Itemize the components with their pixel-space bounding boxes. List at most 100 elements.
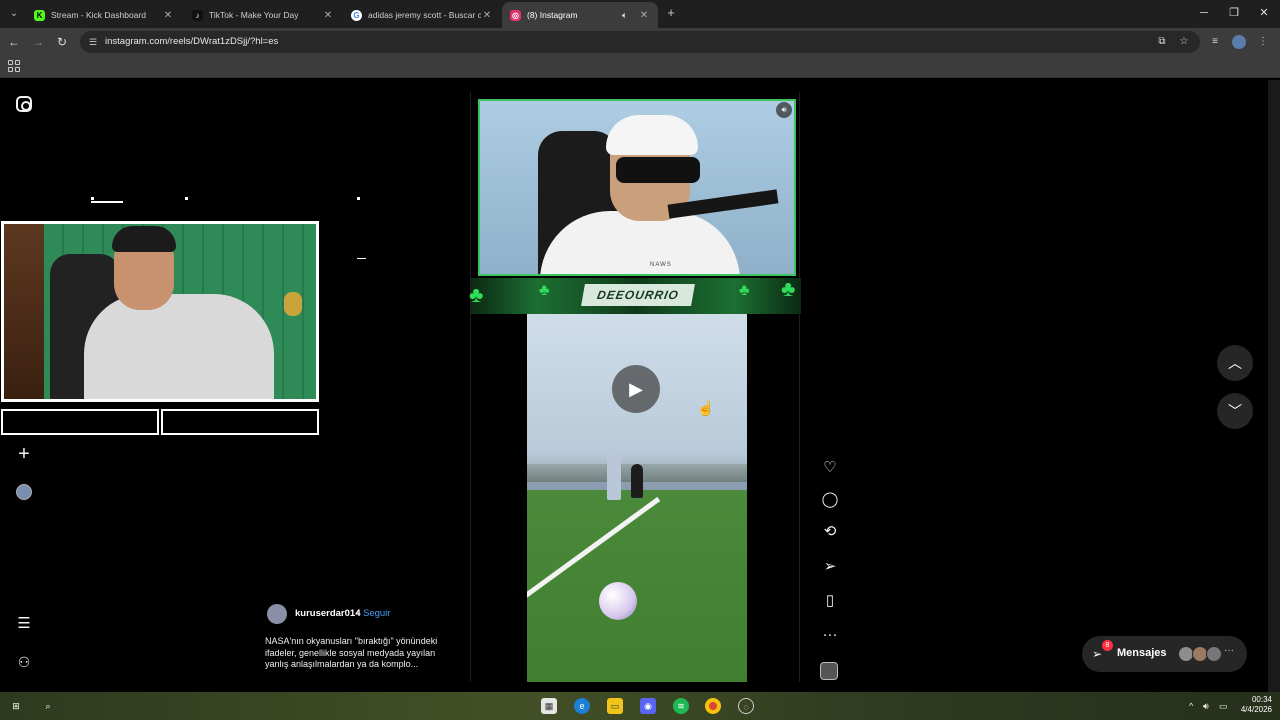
overlay-glitch-line — [91, 201, 123, 203]
address-bar[interactable]: ☰ instagram.com/reels/DWrat1zDSjj/?hl=es… — [80, 31, 1200, 53]
instagram-favicon-icon: ◎ — [510, 9, 521, 21]
restore-icon[interactable]: ❐ — [1224, 6, 1244, 20]
webcam-door — [4, 224, 44, 399]
hamburger-menu-icon[interactable]: ☰ — [14, 614, 34, 634]
clover-icon: ♣ — [539, 282, 550, 299]
start-icon[interactable]: ⊞ — [8, 698, 24, 714]
webcam-frame — [1, 221, 319, 402]
site-info-icon[interactable]: ☰ — [86, 35, 100, 49]
close-tab-icon[interactable]: ✕ — [481, 10, 493, 21]
tab-title: adidas jeremy scott - Buscar co — [368, 10, 481, 20]
kick-favicon-icon: K — [34, 9, 45, 21]
install-app-icon[interactable]: ⧉ — [1155, 35, 1169, 49]
clover-icon: ♣ — [739, 282, 750, 299]
google-favicon-icon: G — [351, 9, 362, 21]
url-text[interactable]: instagram.com/reels/DWrat1zDSjj/?hl=es — [105, 35, 278, 49]
profile-avatar-icon[interactable] — [1232, 35, 1246, 49]
author-avatar[interactable] — [267, 604, 287, 624]
send-icon[interactable]: ➢ — [820, 557, 840, 577]
webcam-person-body — [84, 294, 274, 399]
webcam-person-hair — [112, 226, 176, 252]
webcam-label-bar-right — [161, 409, 319, 435]
spotify-icon[interactable]: ≋ — [673, 698, 689, 714]
close-tab-icon[interactable]: ✕ — [638, 10, 650, 21]
clock-time: 00:34 — [1251, 695, 1272, 704]
tab-search-chevron-icon[interactable]: ⌄ — [6, 6, 22, 22]
volume-tray-icon[interactable]: 🔊︎ — [1203, 701, 1209, 712]
page-scrollbar[interactable] — [1268, 80, 1280, 692]
tiktok-favicon-icon: ♪ — [192, 9, 203, 21]
streamer-camera: NAWS — [478, 99, 796, 276]
shirt-text: NAWS — [650, 262, 672, 268]
edge-icon[interactable]: e — [574, 698, 590, 714]
more-dots-icon: ··· — [1224, 645, 1234, 656]
bookmarks-bar — [0, 56, 1280, 78]
comment-icon[interactable]: ◯ — [820, 490, 840, 510]
network-tray-icon[interactable]: ▭ — [1219, 701, 1228, 712]
volume-icon[interactable]: 🔊︎ — [776, 102, 792, 118]
apps-grid-icon[interactable] — [8, 60, 20, 72]
ellipsis-icon[interactable]: ··· — [820, 625, 840, 645]
browser-toolbar: ← → ↻ ☰ instagram.com/reels/DWrat1zDSjj/… — [0, 28, 1280, 56]
audio-thumbnail[interactable] — [820, 662, 838, 680]
clock[interactable]: 00:34 4/4/2026 — [1240, 695, 1272, 715]
stream-banner-logo: DEEOURRIO — [581, 284, 695, 306]
chat-avatar — [1206, 646, 1222, 662]
close-window-icon[interactable]: ✕ — [1254, 6, 1274, 20]
close-tab-icon[interactable]: ✕ — [322, 10, 334, 21]
next-reel-chevron-down-icon[interactable]: ﹀ — [1217, 393, 1253, 429]
back-arrow-icon[interactable]: ← — [6, 34, 22, 50]
repost-icon[interactable]: ⟲ — [820, 522, 840, 542]
overlay-glitch-dot — [91, 197, 94, 200]
tab-google-search[interactable]: G adidas jeremy scott - Buscar co ✕ — [343, 2, 501, 28]
tab-instagram[interactable]: ◎ (8) Instagram 🔈︎ ✕ — [502, 2, 658, 28]
file-explorer-icon[interactable]: ▭ — [607, 698, 623, 714]
instagram-icon[interactable] — [14, 94, 34, 114]
player-figure — [631, 464, 643, 498]
profile-avatar[interactable] — [14, 482, 34, 502]
reload-icon[interactable]: ↻ — [54, 34, 70, 50]
close-tab-icon[interactable]: ✕ — [162, 10, 174, 21]
clover-icon: ♣ — [469, 282, 484, 307]
meta-apps-icon[interactable]: ⚇ — [14, 652, 34, 672]
tab-kick-dashboard[interactable]: K Stream - Kick Dashboard ✕ — [26, 2, 182, 28]
play-icon[interactable]: ▶ — [612, 365, 660, 413]
author-username[interactable]: kuruserdar014 — [295, 608, 360, 619]
unread-badge: 8 — [1102, 640, 1113, 651]
speaker-icon[interactable]: 🔈︎ — [622, 10, 634, 21]
chrome-icon[interactable] — [705, 698, 721, 714]
overlay-glitch-line — [357, 258, 366, 259]
messages-button[interactable]: ➢ 8 Mensajes ··· — [1082, 636, 1247, 672]
windows-taskbar: ⊞ ⌕ ▦ e ▭ ◉ ≋ ◌ ^ 🔊︎ ▭ 00:34 4/4/2026 — [0, 692, 1280, 720]
webcam-wall-emblem — [284, 292, 302, 316]
widgets-icon[interactable]: ▦ — [541, 698, 557, 714]
bookmark-star-icon[interactable]: ☆ — [1177, 35, 1191, 49]
follow-button[interactable]: Seguir — [363, 608, 390, 619]
search-icon[interactable]: ⌕ — [40, 698, 56, 714]
reel-player[interactable]: NAWS 🔊︎ ♣ ♣ DEEOURRIO ♣ ♣ ▶ ☝ — [469, 92, 801, 682]
forward-arrow-icon[interactable]: → — [30, 34, 46, 50]
new-tab-icon[interactable]: + — [664, 6, 678, 20]
webcam-label-bar-left — [1, 409, 159, 435]
clover-icon: ♣ — [781, 276, 796, 301]
clock-date: 4/4/2026 — [1240, 705, 1272, 714]
caption-text[interactable]: NASA'nın okyanusları "bıraktığı" yönünde… — [265, 636, 455, 671]
heart-icon[interactable]: ♡ — [820, 458, 840, 478]
chrome-menu-icon[interactable]: ⋮ — [1256, 35, 1270, 49]
tab-title: TikTok - Make Your Day — [209, 10, 299, 20]
football-ball — [599, 582, 637, 620]
hand-cursor-icon: ☝ — [697, 400, 715, 416]
bookmark-icon[interactable]: ▯ — [820, 591, 840, 611]
obs-icon[interactable]: ◌ — [738, 698, 754, 714]
streamer-cap — [606, 115, 698, 155]
minimize-icon[interactable]: ─ — [1194, 6, 1214, 20]
player-figure — [607, 450, 621, 500]
browser-tab-bar: ⌄ K Stream - Kick Dashboard ✕ ♪ TikTok -… — [0, 0, 1280, 28]
discord-icon[interactable]: ◉ — [640, 698, 656, 714]
tray-chevron-up-icon[interactable]: ^ — [1189, 701, 1193, 711]
media-controls-icon[interactable]: ≡ — [1208, 35, 1222, 49]
previous-reel-chevron-up-icon[interactable]: ︿ — [1217, 345, 1253, 381]
plus-icon[interactable]: + — [14, 444, 34, 464]
tab-tiktok[interactable]: ♪ TikTok - Make Your Day ✕ — [184, 2, 342, 28]
overlay-glitch-dot — [185, 197, 188, 200]
